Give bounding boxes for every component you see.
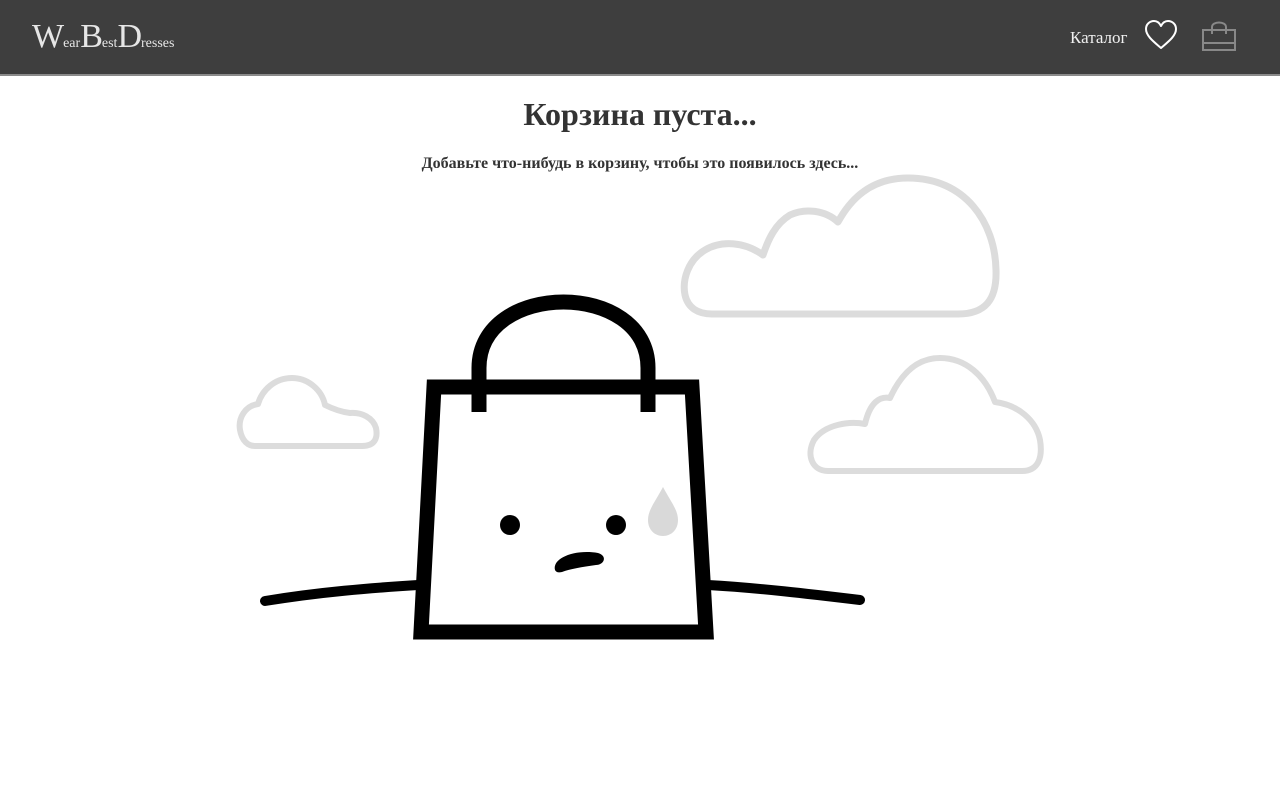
cloud-small-left-icon <box>236 375 380 449</box>
right-eye-icon <box>606 515 626 535</box>
cloud-medium-right-icon <box>807 355 1044 474</box>
left-eye-icon <box>500 515 520 535</box>
cloud-large-icon <box>680 174 1000 318</box>
empty-cart-illustration <box>236 174 1044 640</box>
shopping-bag-character <box>413 294 714 640</box>
